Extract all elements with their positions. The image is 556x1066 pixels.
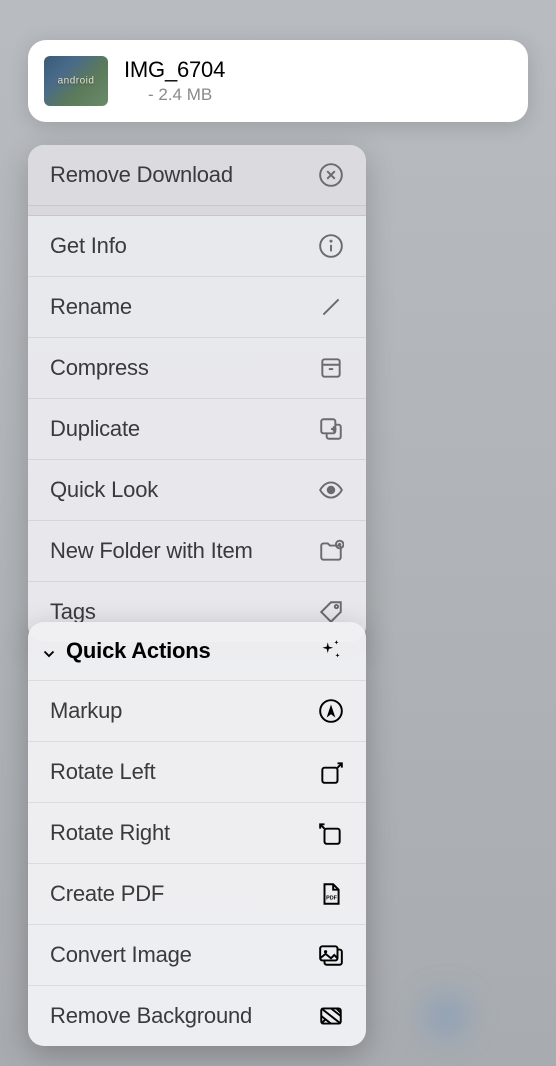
menu-label: Compress bbox=[50, 355, 149, 381]
menu-item-new-folder-with-item[interactable]: New Folder with Item bbox=[28, 521, 366, 582]
pdf-file-icon: PDF bbox=[318, 881, 344, 907]
menu-label: Rename bbox=[50, 294, 132, 320]
file-info: IMG_6704 - 2.4 MB bbox=[124, 57, 225, 105]
menu-label: Create PDF bbox=[50, 881, 164, 907]
remove-background-icon bbox=[318, 1003, 344, 1029]
photo-stack-icon bbox=[318, 942, 344, 968]
eye-icon bbox=[318, 477, 344, 503]
info-circle-icon bbox=[318, 233, 344, 259]
quick-actions-label: Quick Actions bbox=[66, 638, 211, 664]
context-menu-quick-actions: Quick Actions Markup Rotate Left bbox=[28, 622, 366, 1046]
xmark-circle-icon bbox=[318, 162, 344, 188]
context-menu-main: Remove Download Get Info Rename Compress bbox=[28, 145, 366, 642]
quick-actions-header[interactable]: Quick Actions bbox=[28, 622, 366, 681]
rotate-right-icon bbox=[318, 820, 344, 846]
folder-plus-icon bbox=[318, 538, 344, 564]
menu-item-get-info[interactable]: Get Info bbox=[28, 216, 366, 277]
menu-item-rotate-left[interactable]: Rotate Left bbox=[28, 742, 366, 803]
markup-icon bbox=[318, 698, 344, 724]
menu-label: Rotate Left bbox=[50, 759, 155, 785]
menu-item-remove-background[interactable]: Remove Background bbox=[28, 986, 366, 1046]
chevron-down-icon bbox=[40, 642, 58, 660]
rotate-left-icon bbox=[318, 759, 344, 785]
menu-label: Duplicate bbox=[50, 416, 140, 442]
menu-label: New Folder with Item bbox=[50, 538, 253, 564]
menu-item-rotate-right[interactable]: Rotate Right bbox=[28, 803, 366, 864]
menu-label: Quick Actions bbox=[40, 638, 211, 664]
menu-label: Get Info bbox=[50, 233, 127, 259]
sparkles-icon bbox=[318, 638, 344, 664]
menu-item-duplicate[interactable]: Duplicate bbox=[28, 399, 366, 460]
menu-label: Quick Look bbox=[50, 477, 158, 503]
file-name: IMG_6704 bbox=[124, 57, 225, 83]
svg-text:PDF: PDF bbox=[326, 895, 338, 901]
blur-background bbox=[416, 986, 476, 1046]
pencil-icon bbox=[318, 294, 344, 320]
file-size: - 2.4 MB bbox=[148, 85, 225, 105]
menu-label: Rotate Right bbox=[50, 820, 170, 846]
menu-label: Remove Download bbox=[50, 162, 233, 188]
menu-item-create-pdf[interactable]: Create PDF PDF bbox=[28, 864, 366, 925]
duplicate-icon bbox=[318, 416, 344, 442]
section-separator bbox=[28, 206, 366, 216]
menu-item-remove-download[interactable]: Remove Download bbox=[28, 145, 366, 206]
menu-label: Remove Background bbox=[50, 1003, 252, 1029]
file-preview-card: IMG_6704 - 2.4 MB bbox=[28, 40, 528, 122]
menu-item-compress[interactable]: Compress bbox=[28, 338, 366, 399]
menu-item-markup[interactable]: Markup bbox=[28, 681, 366, 742]
menu-label: Convert Image bbox=[50, 942, 192, 968]
archive-box-icon bbox=[318, 355, 344, 381]
menu-item-quick-look[interactable]: Quick Look bbox=[28, 460, 366, 521]
menu-label: Markup bbox=[50, 698, 122, 724]
menu-item-convert-image[interactable]: Convert Image bbox=[28, 925, 366, 986]
menu-item-rename[interactable]: Rename bbox=[28, 277, 366, 338]
file-thumbnail bbox=[44, 56, 108, 106]
